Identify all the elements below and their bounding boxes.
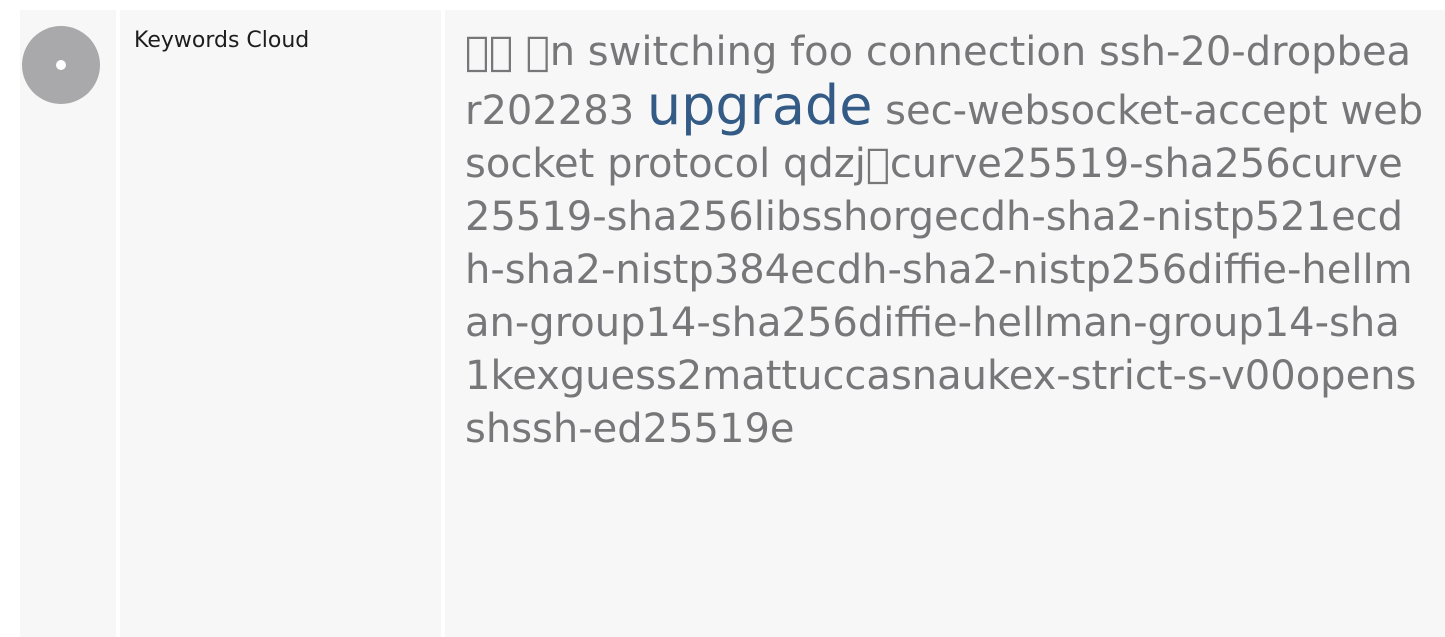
keyword-10: qdzj curve25519-sha256curve25519-sha256l…	[465, 141, 1417, 452]
keywords-cloud-row: Keywords Cloud     n switching foo conne…	[0, 0, 1445, 637]
keyword-4: connection	[865, 29, 1087, 75]
icon-column	[20, 10, 116, 637]
keywords-cloud-panel:     n switching foo connection ssh-20-dr…	[445, 10, 1445, 637]
disc-icon	[22, 26, 100, 104]
keyword-9: protocol	[607, 141, 771, 187]
keywords-cloud:     n switching foo connection ssh-20-dr…	[465, 26, 1425, 456]
keyword-3: foo	[790, 29, 854, 75]
label-column: Keywords Cloud	[120, 10, 441, 637]
section-label: Keywords Cloud	[134, 28, 310, 53]
keyword-1:     n	[465, 29, 576, 75]
disc-icon-center	[56, 60, 66, 70]
keyword-6: upgrade	[646, 74, 873, 137]
keyword-2: switching	[587, 29, 778, 75]
keyword-7: sec-websocket-accept	[885, 88, 1328, 134]
